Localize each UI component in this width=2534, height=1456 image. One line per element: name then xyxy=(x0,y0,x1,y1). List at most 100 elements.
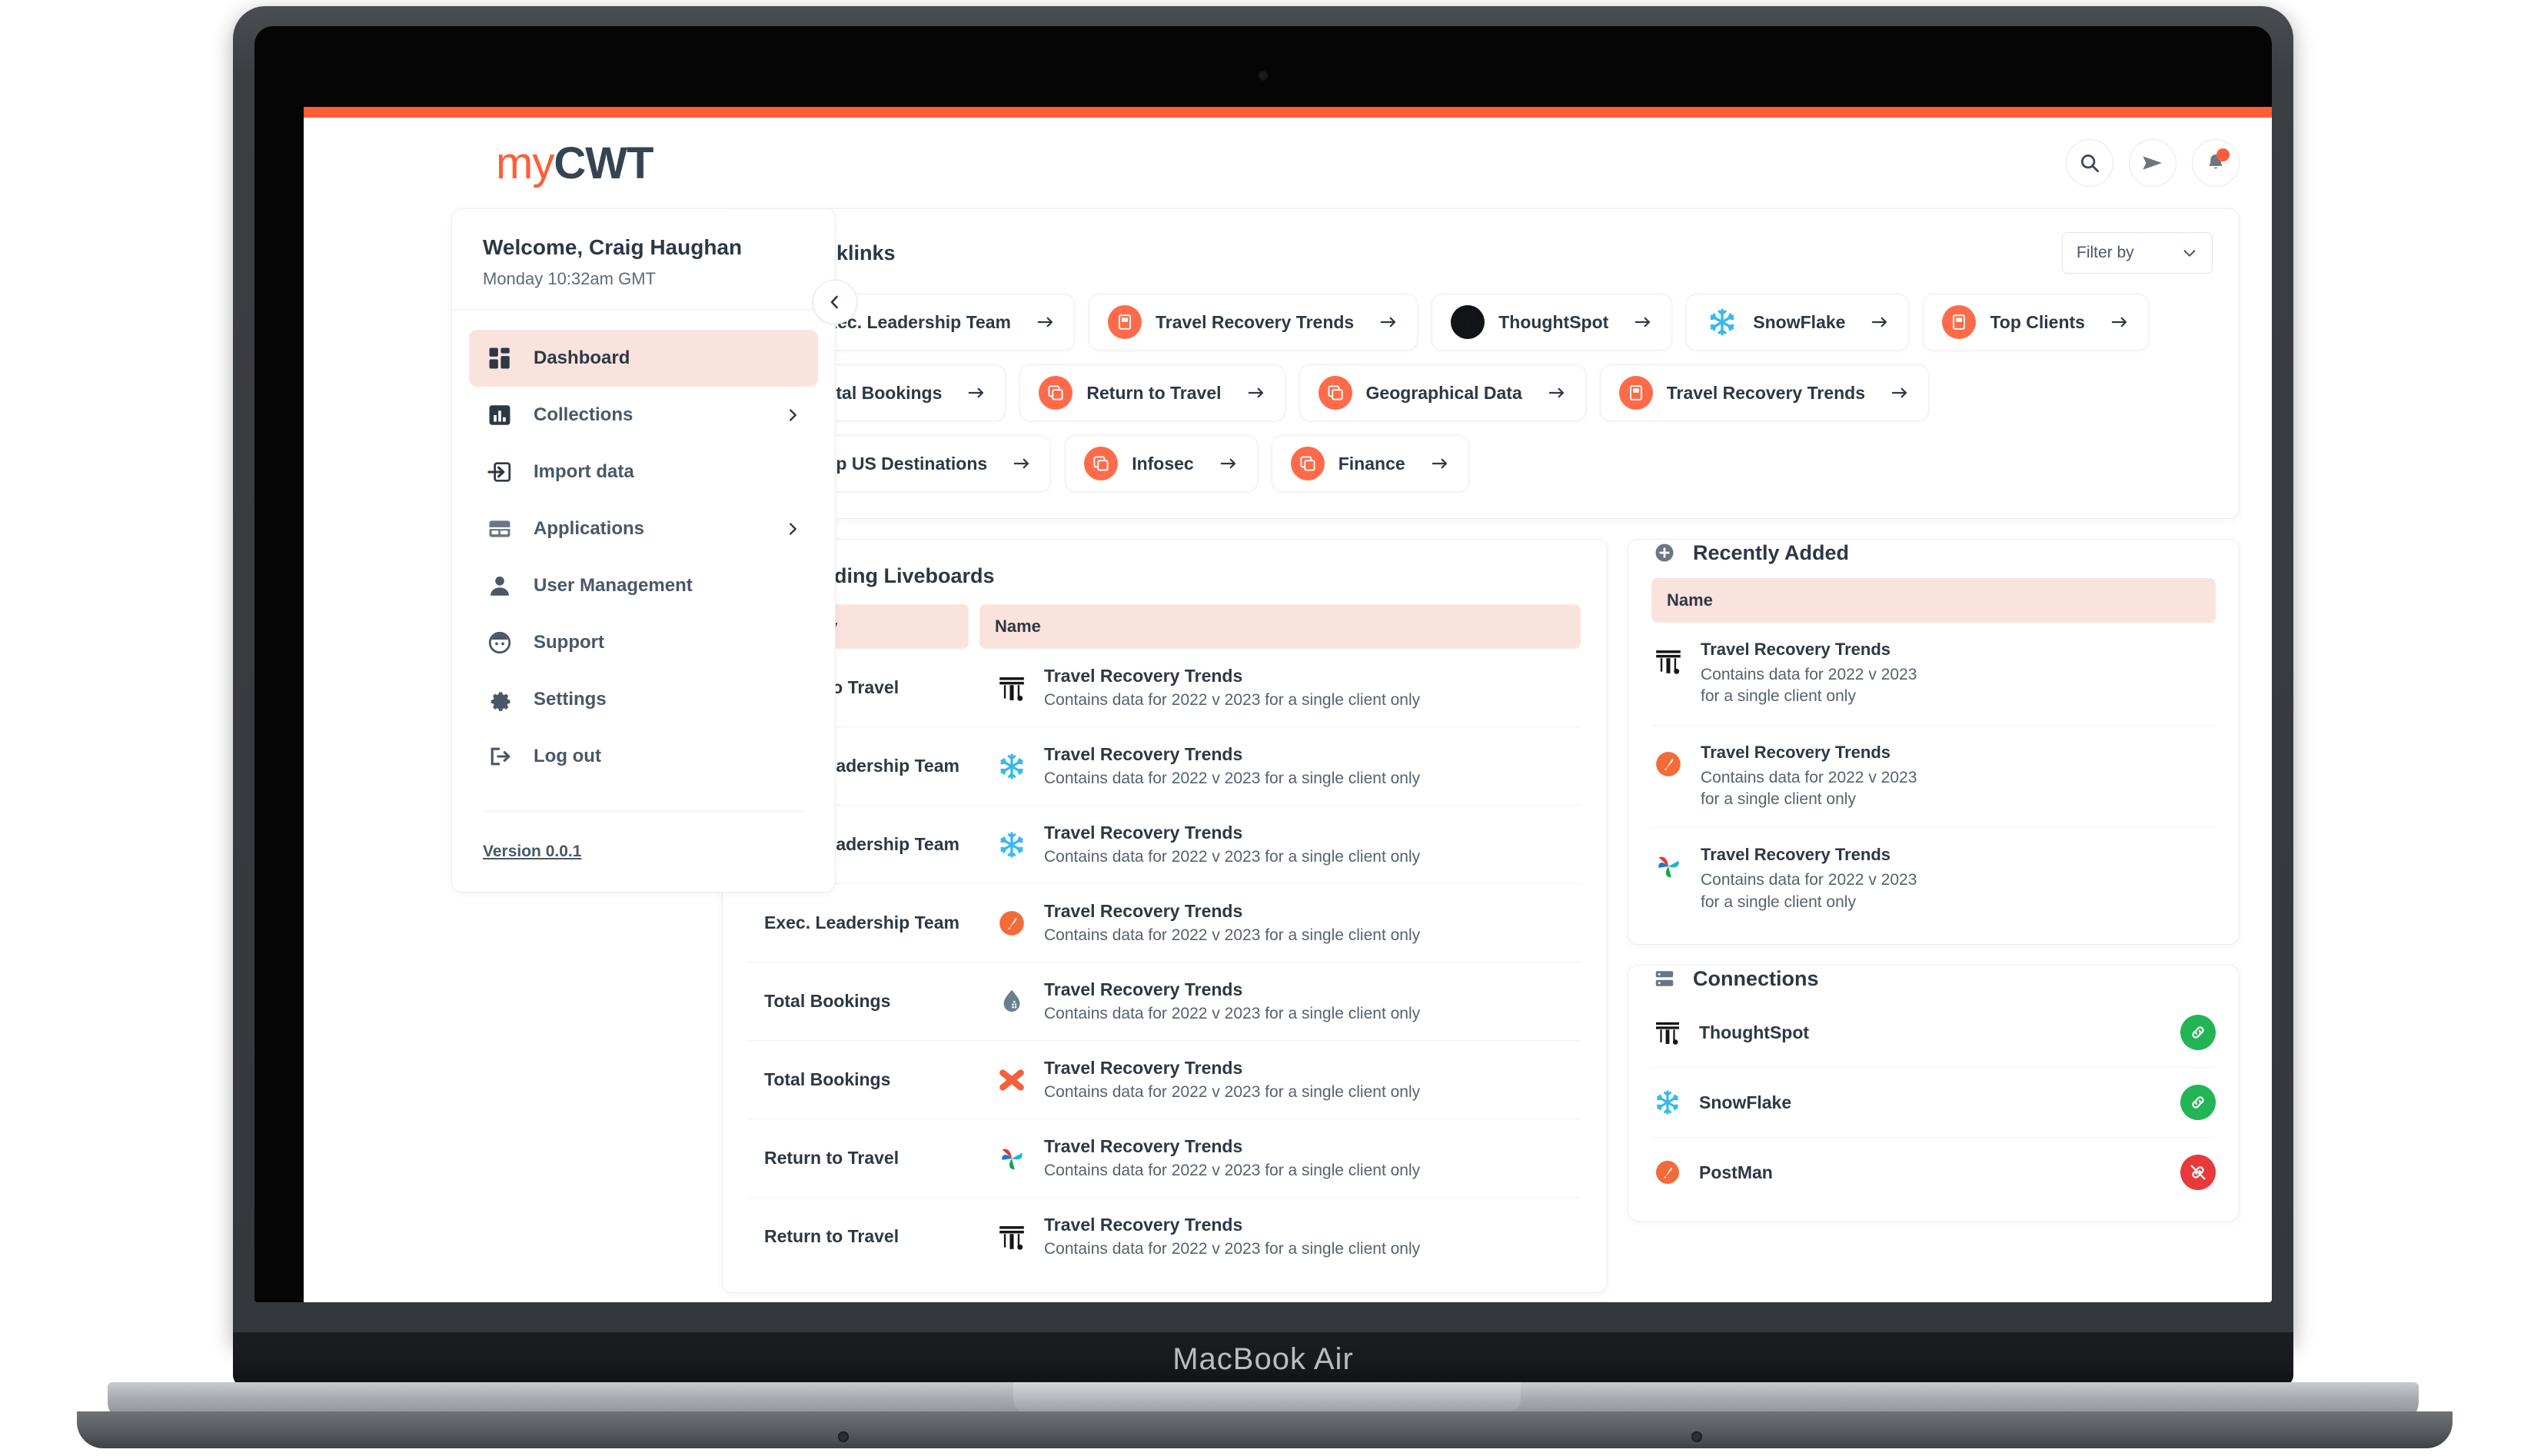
thoughtspot-icon xyxy=(995,1220,1029,1254)
row-name-cell: Travel Recovery Trends Contains data for … xyxy=(979,979,1581,1023)
row-name-text: Travel Recovery Trends Contains data for … xyxy=(1044,666,1420,710)
quicklink-label: Top US Destinations xyxy=(816,453,988,474)
lower-panels: Trending Liveboards Category Name Return… xyxy=(722,539,2240,1293)
sidebar-item-user-management[interactable]: User Management xyxy=(469,557,818,614)
chart-icon xyxy=(489,405,510,425)
import-icon xyxy=(486,458,514,486)
table-row[interactable]: Return to Travel Travel Recovery TrendsC… xyxy=(749,1119,1581,1198)
row-name-text: Travel Recovery Trends Contains data for … xyxy=(1044,1215,1420,1258)
list-item[interactable]: Travel Recovery Trends Contains data for … xyxy=(1651,623,2216,726)
quicklink-item[interactable]: SnowFlake xyxy=(1686,294,1910,351)
connections-title: Connections xyxy=(1693,966,1819,990)
connections-header: Connections xyxy=(1628,966,2239,992)
row-name: Travel Recovery Trends xyxy=(1044,666,1243,686)
table-row[interactable]: Exec. Leadership Team Travel Recovery Tr… xyxy=(749,884,1581,962)
quicklink-label: Travel Recovery Trends xyxy=(1155,311,1355,332)
list-item-text: Travel Recovery Trends Contains data for … xyxy=(1701,845,1939,913)
table-row[interactable]: Exec. Leadership Team Travel Recovery Tr… xyxy=(749,806,1581,884)
table-row[interactable]: Total Bookings Travel Recovery Trends Con… xyxy=(749,1041,1581,1119)
gear-icon xyxy=(486,686,514,713)
sidebar-item-support[interactable]: Support xyxy=(469,614,818,671)
quicklink-item[interactable]: Return to Travel xyxy=(1019,364,1285,421)
logo[interactable]: myCWT xyxy=(496,138,653,189)
quicklink-item[interactable]: Finance xyxy=(1271,435,1469,492)
status-badge[interactable] xyxy=(2180,1085,2216,1121)
row-description: Contains data for 2022 v 2023 for a sing… xyxy=(1044,1162,1421,1179)
row-name-cell: Travel Recovery Trends Contains data for … xyxy=(979,1215,1581,1258)
connection-row[interactable]: PostMan xyxy=(1651,1138,2216,1207)
connection-row[interactable]: ThoughtSpot xyxy=(1651,998,2216,1069)
logout-icon xyxy=(491,747,510,766)
quicklink-item[interactable]: ThoughtSpot xyxy=(1432,294,1673,351)
status-badge[interactable] xyxy=(2180,1015,2216,1051)
table-row[interactable]: Exec. Leadership Team Travel Recovery Tr… xyxy=(749,727,1581,806)
arrow-right-icon xyxy=(1248,387,1263,398)
user-icon xyxy=(491,576,509,596)
quicklink-item[interactable]: Geographical Data xyxy=(1299,364,1586,421)
column-header-name[interactable]: Name xyxy=(1651,578,2216,623)
table-row[interactable]: Return to Travel Travel Recovery TrendsC… xyxy=(749,649,1581,727)
collection-icon xyxy=(1093,456,1109,471)
thoughtspot-icon xyxy=(999,1225,1024,1250)
trending-header: Trending Liveboards xyxy=(723,540,1607,592)
table-row[interactable]: Return to Travel Travel Recovery TrendsC… xyxy=(749,1198,1581,1275)
sidebar-item-label: Support xyxy=(534,632,604,653)
list-item-text: Travel Recovery Trends Contains data for … xyxy=(1701,743,1939,811)
arrow-right-icon xyxy=(1013,458,1029,469)
list-item-description: Contains data for 2022 v 2023 for a sing… xyxy=(1701,871,1917,911)
row-name-cell: Travel Recovery Trends Contains data for … xyxy=(979,1058,1581,1102)
status-badge[interactable] xyxy=(2180,1155,2216,1191)
welcome-block: Welcome, Craig Haughan Monday 10:32am GM… xyxy=(452,235,835,310)
row-name: Travel Recovery Trends xyxy=(1044,901,1243,921)
sidebar-collapse-button[interactable] xyxy=(813,280,857,324)
sidebar-item-settings[interactable]: Settings xyxy=(469,671,818,728)
redx-icon xyxy=(999,1069,1024,1091)
collection-icon xyxy=(1290,447,1325,480)
arrow-right-icon xyxy=(1891,387,1907,398)
collection-icon xyxy=(1039,376,1073,410)
arrow-right-icon xyxy=(966,383,986,403)
column-header-name[interactable]: Name xyxy=(979,604,1581,649)
sidebar-item-dashboard[interactable]: Dashboard xyxy=(469,330,818,387)
send-button[interactable] xyxy=(2129,139,2177,187)
search-icon xyxy=(2081,155,2099,172)
list-item[interactable]: Travel Recovery Trends Contains data for … xyxy=(1651,828,2216,930)
quicklink-label: Top Clients xyxy=(1990,311,2085,332)
user-icon xyxy=(486,572,514,600)
arrow-right-icon xyxy=(1220,458,1235,469)
filter-by-select[interactable]: Filter by xyxy=(2062,232,2213,274)
sidebar-item-log-out[interactable]: Log out xyxy=(469,728,818,785)
databricks-icon xyxy=(995,985,1029,1019)
pinwheel-icon xyxy=(1002,1149,1023,1169)
connections-title-group: Connections xyxy=(1651,966,1819,992)
row-category: Return to Travel xyxy=(764,1226,900,1246)
chevron-right-icon xyxy=(784,520,801,537)
list-item[interactable]: Travel Recovery Trends Contains data for … xyxy=(1651,726,2216,829)
sidebar-item-applications[interactable]: Applications xyxy=(469,500,818,557)
sidebar-item-import-data[interactable]: Import data xyxy=(469,444,818,500)
quicklink-item[interactable]: Infosec xyxy=(1065,435,1258,492)
connections-card: Connections ThoughtSpot SnowFlake PostMa… xyxy=(1628,965,2240,1222)
row-category: Exec. Leadership Team xyxy=(764,912,959,932)
row-category: Total Bookings xyxy=(764,1069,891,1089)
app-body: Welcome, Craig Haughan Monday 10:32am GM… xyxy=(304,208,2272,1302)
quicklink-item[interactable]: Top Clients xyxy=(1923,294,2149,351)
link-icon xyxy=(2192,1096,2204,1109)
quicklink-item[interactable]: Travel Recovery Trends xyxy=(1599,364,1930,421)
row-category: Return to Travel xyxy=(764,1148,900,1168)
quicklink-item[interactable]: Travel Recovery Trends xyxy=(1088,294,1418,351)
collection-icon xyxy=(1048,385,1063,401)
connection-row[interactable]: SnowFlake xyxy=(1651,1068,2216,1139)
version-link[interactable]: Version 0.0.1 xyxy=(452,812,835,861)
arrow-right-icon xyxy=(1380,317,1396,327)
search-button[interactable] xyxy=(2066,139,2113,187)
welcome-time: Monday 10:32am GMT xyxy=(483,269,656,288)
laptop-chin: MacBook Air xyxy=(233,1332,2293,1386)
connection-label: ThoughtSpot xyxy=(1699,1022,1810,1042)
sidebar-item-collections[interactable]: Collections xyxy=(469,387,818,444)
table-row[interactable]: Total Bookings Travel Recovery Trends Con… xyxy=(749,962,1581,1041)
recently-added-list: Travel Recovery Trends Contains data for … xyxy=(1628,623,2239,944)
notifications-button[interactable] xyxy=(2192,139,2240,187)
list-item-name: Travel Recovery Trends xyxy=(1701,640,1891,659)
arrow-right-icon xyxy=(1633,312,1653,332)
